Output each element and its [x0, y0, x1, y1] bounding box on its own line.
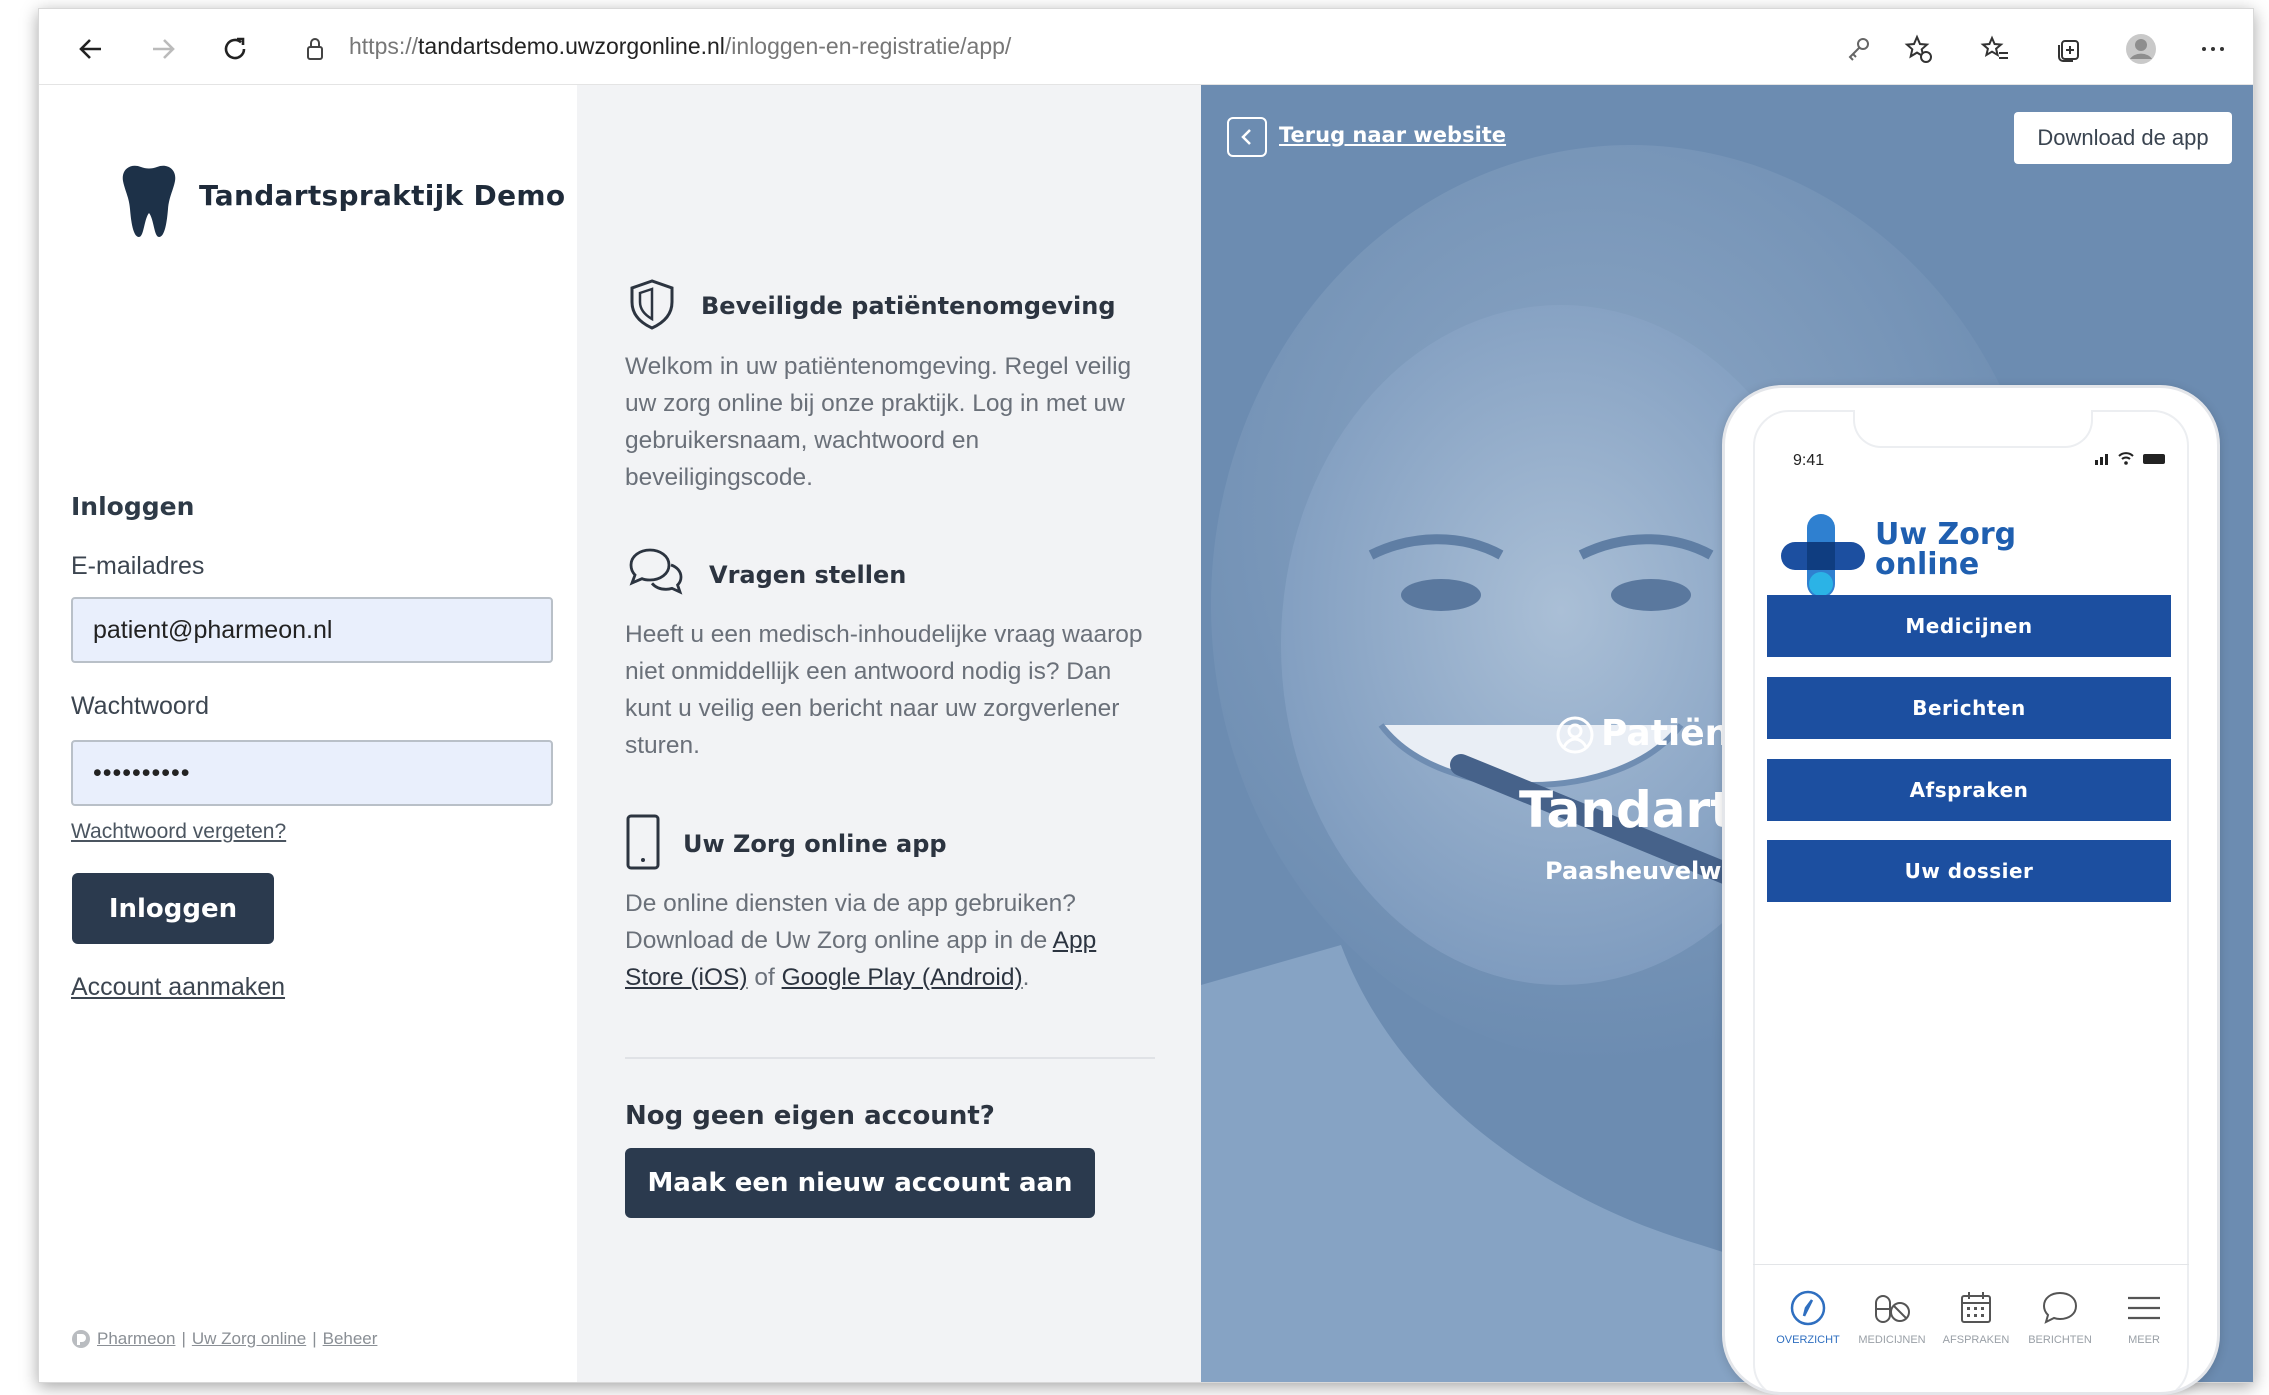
chat-bubbles-icon: [629, 548, 683, 595]
beheer-link[interactable]: Beheer: [323, 1329, 378, 1349]
nav-overzicht[interactable]: OVERZICHT: [1767, 1288, 1849, 1346]
shield-icon: [630, 279, 674, 330]
lock-icon[interactable]: [297, 31, 333, 67]
pills-icon: [1875, 1295, 1910, 1323]
create-account-link[interactable]: Account aanmaken: [71, 973, 285, 1002]
login-panel: Tandartspraktijk Demo Inloggen E-mailadr…: [39, 85, 577, 1382]
menu-icon: [2128, 1296, 2160, 1320]
uw-dossier-button[interactable]: Uw dossier: [1767, 840, 2171, 902]
footer-links: Pharmeon | Uw Zorg online | Beheer: [71, 1329, 377, 1349]
uw-zorg-online-logo-icon: [1781, 514, 1865, 598]
nav-label-afspraken: AFSPRAKEN: [1942, 1334, 2010, 1346]
smartphone-icon: [626, 814, 660, 870]
url-domain: tandartsdemo.uwzorgonline.nl: [418, 33, 725, 59]
password-label: Wachtwoord: [71, 692, 210, 720]
nav-berichten[interactable]: BERICHTEN: [2019, 1288, 2101, 1346]
ask-questions-text: Heeft u een medisch-inhoudelijke vraag w…: [625, 621, 1143, 759]
secure-env-text: Welkom in uw patiëntenomgeving. Regel ve…: [625, 353, 1132, 491]
back-arrow-icon[interactable]: [73, 31, 109, 67]
tooth-logo-icon: [122, 165, 176, 237]
forward-arrow-icon[interactable]: [145, 31, 181, 67]
footer-separator: |: [312, 1329, 317, 1348]
ask-questions-title: Vragen stellen: [709, 561, 907, 589]
uw-zorg-online-brand: Uw Zorg online: [1875, 520, 2016, 580]
section-divider: [625, 1057, 1155, 1059]
download-app-button[interactable]: Download de app: [2014, 112, 2232, 164]
login-button[interactable]: Inloggen: [72, 873, 274, 944]
app-text-mid: of: [747, 964, 782, 991]
user-circle-icon: [1556, 716, 1594, 754]
nav-label-overzicht: OVERZICHT: [1776, 1334, 1840, 1346]
nav-meer[interactable]: MEER: [2103, 1288, 2185, 1346]
nav-afspraken[interactable]: AFSPRAKEN: [1935, 1288, 2017, 1346]
nav-label-meer: MEER: [2128, 1334, 2160, 1346]
app-section-text: De online diensten via de app gebruiken?…: [625, 885, 1157, 996]
back-to-website-link[interactable]: Terug naar website: [1279, 123, 1506, 147]
pharmeon-link[interactable]: Pharmeon: [97, 1329, 175, 1349]
more-menu-icon[interactable]: [2195, 31, 2231, 67]
phone-mockup: 9:41 Uw Zorg online Medicijnen Berichten…: [1722, 385, 2220, 1395]
google-play-link[interactable]: Google Play (Android): [782, 964, 1023, 991]
medicijnen-button[interactable]: Medicijnen: [1767, 595, 2171, 657]
compass-icon: [1790, 1290, 1826, 1326]
phone-screen: 9:41 Uw Zorg online: [1753, 410, 2189, 1392]
message-icon: [2042, 1291, 2078, 1324]
afspraken-button[interactable]: Afspraken: [1767, 759, 2171, 821]
pharmeon-logo-icon: [72, 1330, 90, 1348]
uw-zorg-online-link[interactable]: Uw Zorg online: [192, 1329, 306, 1349]
no-account-heading: Nog geen eigen account?: [625, 1101, 995, 1131]
password-input[interactable]: ••••••••••: [71, 740, 553, 806]
login-heading: Inloggen: [71, 492, 195, 521]
collections-icon[interactable]: [2051, 31, 2087, 67]
app-text-start: De online diensten via de app gebruiken?…: [625, 890, 1076, 954]
app-text-end: .: [1022, 964, 1030, 991]
brand-line-2: online: [1875, 547, 1980, 582]
app-section-title: Uw Zorg online app: [683, 830, 947, 858]
nav-label-medicijnen: MEDICIJNEN: [1858, 1334, 1926, 1346]
profile-avatar-icon[interactable]: [2123, 31, 2159, 67]
phone-time: 9:41: [1793, 452, 1825, 469]
berichten-button[interactable]: Berichten: [1767, 677, 2171, 739]
create-new-account-button[interactable]: Maak een nieuw account aan: [625, 1148, 1095, 1218]
back-to-website-icon[interactable]: [1227, 117, 1267, 157]
url-prefix: https://: [349, 33, 419, 59]
secure-env-title: Beveiligde patiëntenomgeving: [701, 292, 1116, 320]
phone-nav-divider: [1753, 1264, 2189, 1265]
phone-notch: [1853, 410, 2093, 448]
footer-separator: |: [181, 1329, 186, 1348]
email-label: E-mailadres: [71, 552, 205, 580]
practice-logo-text: Tandartspraktijk Demo: [199, 179, 566, 212]
key-icon[interactable]: [1841, 31, 1877, 67]
nav-medicijnen[interactable]: MEDICIJNEN: [1851, 1288, 1933, 1346]
brand-line-1: Uw Zorg: [1875, 517, 2017, 552]
url-path: /inloggen-en-registratie/app/: [724, 33, 1012, 59]
address-bar[interactable]: https://tandartsdemo.uwzorgonline.nl/inl…: [349, 31, 1011, 61]
forgot-password-link[interactable]: Wachtwoord vergeten?: [71, 820, 286, 844]
add-favorite-icon[interactable]: [1901, 31, 1937, 67]
favorites-icon[interactable]: [1977, 31, 2013, 67]
reload-icon[interactable]: [217, 31, 253, 67]
browser-toolbar: https://tandartsdemo.uwzorgonline.nl/inl…: [39, 9, 2253, 85]
calendar-icon: [1961, 1292, 1991, 1323]
email-input[interactable]: patient@pharmeon.nl: [71, 597, 553, 663]
info-panel: Beveiligde patiëntenomgeving Welkom in u…: [577, 85, 1201, 1382]
status-icons: [2095, 452, 2165, 465]
nav-label-berichten: BERICHTEN: [2028, 1334, 2092, 1346]
